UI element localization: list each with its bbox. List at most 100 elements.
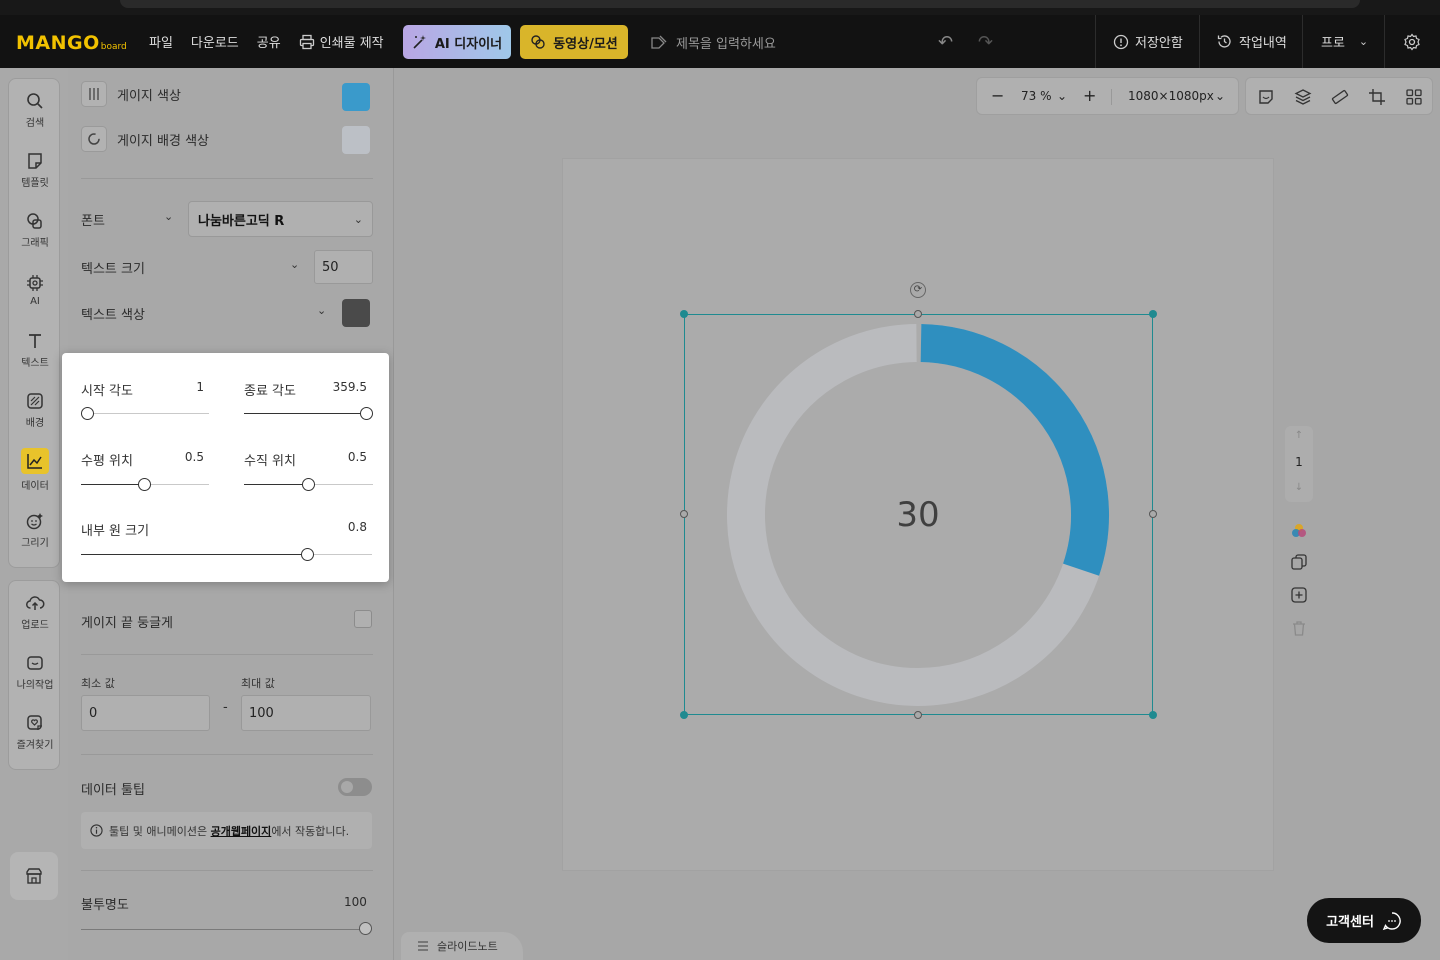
nav-share[interactable]: 공유	[257, 32, 281, 51]
h-position-knob[interactable]	[138, 478, 151, 491]
zoom-out-icon[interactable]: −	[991, 86, 1004, 105]
resize-handle-nw[interactable]	[680, 310, 688, 318]
canvas-size[interactable]: 1080×1080px	[1128, 89, 1214, 103]
gauge-ring-icon	[81, 126, 107, 152]
undo-icon[interactable]: ↶	[938, 32, 953, 53]
resize-handle-e[interactable]	[1149, 510, 1157, 518]
rail-data[interactable]: 데이터	[9, 441, 61, 499]
nav-print-label: 인쇄물 제작	[319, 36, 384, 51]
v-position-label: 수직 위치	[244, 454, 296, 469]
grid-icon[interactable]	[1405, 88, 1423, 106]
rail-favorites[interactable]: 즐겨찾기	[9, 703, 61, 761]
chat-icon	[1382, 911, 1401, 930]
doc-title-input[interactable]: 제목을 입력하세요	[650, 25, 776, 59]
v-position-fill	[244, 484, 308, 485]
history-icon	[1217, 35, 1231, 48]
folder-smile-icon	[27, 656, 43, 670]
resize-handle-ne[interactable]	[1149, 310, 1157, 318]
logo[interactable]: MANGO board	[16, 31, 127, 53]
history-button[interactable]: 작업내역	[1216, 15, 1287, 68]
end-angle-knob[interactable]	[360, 407, 373, 420]
round-end-checkbox[interactable]	[354, 610, 372, 628]
chevron-down-icon[interactable]: ⌄	[1057, 89, 1067, 103]
motion-button[interactable]: 동영상/모션	[520, 25, 628, 59]
trash-icon[interactable]	[1290, 619, 1308, 637]
min-value-label: 최소 값	[81, 677, 115, 690]
chevron-down-icon[interactable]: ⌄	[164, 210, 173, 223]
page-up-icon[interactable]: ↑	[1285, 430, 1313, 441]
zoom-in-icon[interactable]: +	[1083, 86, 1096, 105]
resize-handle-n[interactable]	[914, 310, 922, 318]
gauge-color-swatch[interactable]	[342, 83, 370, 111]
end-angle-label: 종료 각도	[244, 384, 296, 399]
font-select[interactable]: 나눔바른고딕 R ⌄	[188, 201, 373, 237]
zoom-value[interactable]: 73 %	[1021, 89, 1052, 103]
nav-download[interactable]: 다운로드	[191, 32, 239, 51]
inner-circle-knob[interactable]	[301, 548, 314, 561]
page-down-icon[interactable]: ↓	[1285, 482, 1313, 493]
nav-print[interactable]: 인쇄물 제작	[299, 32, 384, 51]
text-color-swatch[interactable]	[342, 299, 370, 327]
rail-upload[interactable]: 업로드	[9, 583, 61, 641]
sticker-icon[interactable]	[1257, 88, 1275, 106]
rail-mywork[interactable]: 나의작업	[9, 643, 61, 701]
text-size-input[interactable]: 50	[314, 250, 373, 284]
inner-circle-label: 내부 원 크기	[81, 524, 150, 539]
rail-search[interactable]: 검색	[9, 81, 61, 139]
ai-designer-button[interactable]: AI 디자이너	[403, 25, 511, 59]
rail-graphic[interactable]: 그래픽	[9, 201, 61, 259]
nav-file[interactable]: 파일	[149, 32, 173, 51]
slide-notes-tab[interactable]: 슬라이드노트	[401, 932, 523, 960]
max-value-input[interactable]: 100	[241, 695, 371, 731]
layers-icon[interactable]	[1294, 88, 1312, 106]
history-label: 작업내역	[1239, 36, 1287, 51]
selection-box[interactable]	[684, 314, 1153, 715]
resize-handle-se[interactable]	[1149, 711, 1157, 719]
tool-rail: 검색 템플릿 그래픽 AI 텍스트 배경 데이터 그리기 업로드 나의작업 즐겨…	[0, 68, 68, 960]
view-toolbar	[1245, 77, 1433, 115]
start-angle-knob[interactable]	[81, 407, 94, 420]
chevron-down-icon[interactable]: ⌄	[1215, 89, 1225, 103]
rail-text[interactable]: 텍스트	[9, 321, 61, 379]
plan-menu[interactable]: 프로 ⌄	[1321, 15, 1368, 68]
chevron-down-icon[interactable]: ⌄	[317, 304, 326, 317]
opacity-slider-knob[interactable]	[359, 922, 372, 935]
app-header: MANGO board 파일 다운로드 공유 인쇄물 제작 AI 디자이너 동영…	[0, 15, 1440, 68]
resize-handle-sw[interactable]	[680, 711, 688, 719]
crop-icon[interactable]	[1368, 88, 1386, 106]
chevron-down-icon[interactable]: ⌄	[290, 258, 299, 271]
support-button[interactable]: 고객센터	[1307, 898, 1421, 943]
start-angle-track[interactable]	[81, 413, 209, 414]
header-divider	[1384, 15, 1385, 68]
rail-data-icon-wrap	[21, 448, 49, 474]
search-icon	[27, 93, 43, 109]
redo-icon[interactable]: ↷	[978, 32, 993, 53]
duplicate-icon[interactable]	[1290, 553, 1308, 571]
resize-handle-w[interactable]	[680, 510, 688, 518]
public-page-link[interactable]: 공개웹페이지	[211, 825, 272, 838]
color-palette-icon[interactable]	[1290, 522, 1308, 540]
unsaved-status[interactable]: 저장안함	[1113, 15, 1183, 68]
chevron-down-icon: ⌄	[1358, 35, 1369, 48]
settings-button[interactable]	[1403, 15, 1421, 68]
logo-main: MANGO	[16, 32, 100, 54]
end-angle-track[interactable]	[244, 413, 367, 414]
add-page-icon[interactable]	[1290, 586, 1308, 604]
ruler-icon[interactable]	[1331, 88, 1349, 106]
inner-circle-value: 0.8	[347, 520, 367, 534]
rail-ai[interactable]: AI	[9, 261, 61, 319]
tooltip-toggle[interactable]	[338, 778, 372, 796]
rail-template[interactable]: 템플릿	[9, 141, 61, 199]
resize-handle-s[interactable]	[914, 711, 922, 719]
v-position-knob[interactable]	[302, 478, 315, 491]
gauge-bg-swatch[interactable]	[342, 126, 370, 154]
rail-draw[interactable]: 그리기	[9, 501, 61, 559]
rail-extra-button[interactable]	[10, 852, 58, 900]
gauge-bg-row: 게이지 배경 색상	[81, 125, 209, 153]
rail-background[interactable]: 배경	[9, 381, 61, 439]
rotate-handle-icon[interactable]: ⟳	[910, 282, 926, 298]
min-value-input[interactable]: 0	[81, 695, 210, 731]
opacity-slider-track[interactable]	[81, 929, 366, 930]
chart-line-icon	[27, 454, 42, 469]
inner-circle-fill	[81, 554, 307, 555]
